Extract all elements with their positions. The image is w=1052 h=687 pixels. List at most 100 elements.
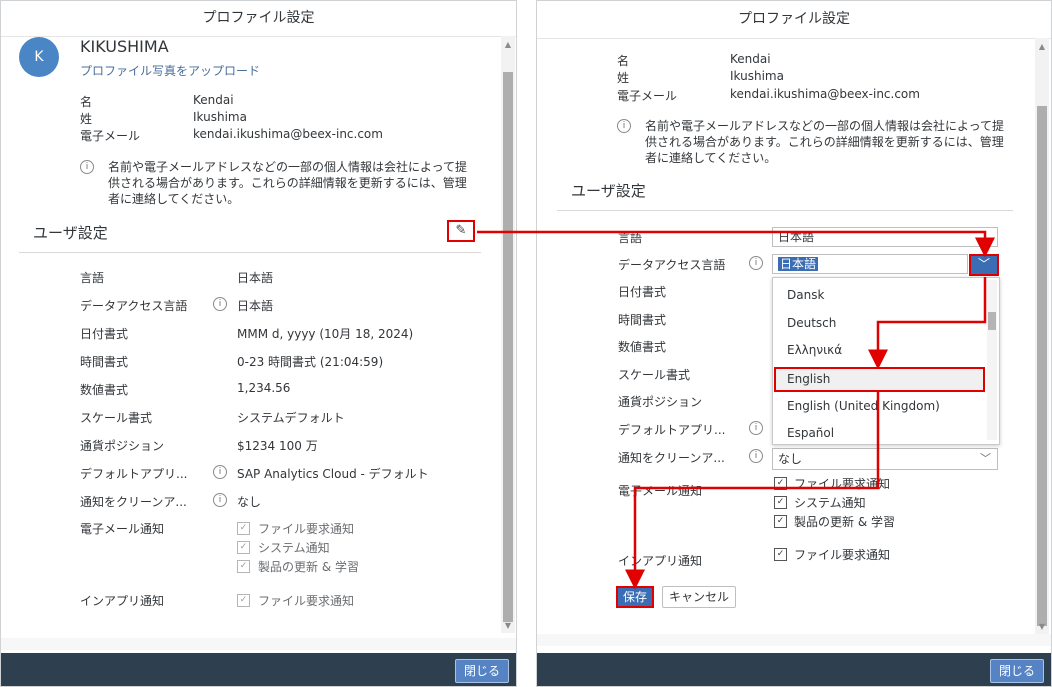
user-settings-title: ユーザ設定 — [571, 182, 646, 200]
info-icon[interactable]: i — [749, 256, 763, 270]
setting-value-cleanup: なし — [237, 495, 262, 509]
horizontal-scrollbar[interactable] — [536, 634, 1052, 646]
setting-label-default-app: デフォルトアプリ... — [80, 467, 188, 481]
vertical-scrollbar[interactable]: ▲ ▼ — [1035, 38, 1049, 634]
checkbox[interactable]: ✓ — [774, 496, 787, 509]
dialog-footer: 閉じる — [536, 653, 1052, 687]
scroll-up-icon[interactable]: ▲ — [502, 40, 514, 50]
dropdown-option[interactable]: Ελληνικά — [787, 343, 842, 357]
setting-value-number: 1,234.56 — [237, 381, 291, 395]
chevron-down-icon[interactable]: ﹀ — [980, 449, 991, 469]
dialog-footer: 閉じる — [0, 653, 517, 687]
language-dropdown[interactable]: Dansk Deutsch Ελληνικά English English (… — [772, 277, 1000, 445]
checkbox-label: ファイル要求通知 — [258, 522, 355, 536]
vertical-scrollbar[interactable]: ▲ ▼ — [501, 36, 515, 633]
info-icon[interactable]: i — [213, 297, 227, 311]
first-name-label: 名 — [617, 54, 630, 68]
info-icon[interactable]: i — [749, 421, 763, 435]
edit-pencil-icon[interactable]: ✎ — [447, 220, 475, 242]
cleanup-select-value: なし — [778, 452, 803, 466]
scroll-up-icon[interactable]: ▲ — [1036, 42, 1048, 52]
cleanup-select[interactable]: なし ﹀ — [772, 448, 998, 470]
dropdown-scroll-thumb[interactable] — [988, 312, 996, 330]
checkbox[interactable]: ✓ — [774, 477, 787, 490]
save-button[interactable]: 保存 — [616, 586, 654, 608]
inapp-notify-label: インアプリ通知 — [618, 554, 703, 568]
setting-label-language: 言語 — [618, 231, 643, 245]
setting-label-date: 日付書式 — [80, 327, 129, 341]
data-access-select-value: 日本語 — [778, 257, 819, 271]
email-value: kendai.ikushima@beex-inc.com — [730, 87, 920, 101]
last-name-label: 姓 — [617, 71, 630, 85]
checkbox[interactable]: ✓ — [774, 548, 787, 561]
data-access-select[interactable]: 日本語 — [772, 254, 968, 274]
setting-label-scale: スケール書式 — [80, 411, 153, 425]
info-icon[interactable]: i — [213, 493, 227, 507]
checkbox[interactable]: ✓ — [237, 594, 250, 607]
last-name-value: Ikushima — [193, 110, 247, 124]
info-icon[interactable]: i — [749, 449, 763, 463]
checkbox-label: 製品の更新 & 学習 — [258, 560, 359, 574]
dropdown-option[interactable]: English (United Kingdom) — [787, 399, 940, 413]
checkbox-label: システム通知 — [794, 496, 866, 510]
dropdown-option[interactable]: Deutsch — [787, 316, 836, 330]
first-name-value: Kendai — [193, 93, 234, 107]
dialog-title: プロファイル設定 — [536, 0, 1052, 39]
info-note: 名前や電子メールアドレスなどの一部の個人情報は会社によって提供される場合がありま… — [645, 119, 1005, 165]
email-notify-label: 電子メール通知 — [618, 484, 703, 498]
dropdown-option[interactable]: Dansk — [787, 288, 824, 302]
dropdown-option[interactable]: Español — [787, 426, 834, 440]
last-name-value: Ikushima — [730, 69, 784, 83]
setting-label-language: 言語 — [80, 271, 105, 285]
info-note: 名前や電子メールアドレスなどの一部の個人情報は会社によって提供される場合がありま… — [108, 160, 468, 206]
checkbox-label: 製品の更新 & 学習 — [794, 515, 895, 529]
checkbox-label: ファイル要求通知 — [794, 477, 891, 491]
checkbox[interactable]: ✓ — [774, 515, 787, 528]
checkbox-label: ファイル要求通知 — [794, 548, 891, 562]
checkbox-label: ファイル要求通知 — [258, 594, 355, 608]
setting-value-time: 0-23 時間書式 (21:04:59) — [237, 355, 384, 369]
scroll-down-icon[interactable]: ▼ — [502, 621, 514, 631]
last-name-label: 姓 — [80, 112, 93, 126]
cancel-button[interactable]: キャンセル — [662, 586, 737, 608]
checkbox[interactable]: ✓ — [237, 522, 250, 535]
scroll-thumb[interactable] — [1037, 106, 1047, 626]
info-icon: i — [80, 160, 94, 174]
setting-value-scale: システムデフォルト — [237, 411, 345, 425]
scroll-thumb[interactable] — [503, 72, 513, 622]
setting-label-cleanup: 通知をクリーンア... — [618, 451, 725, 465]
setting-label-cleanup: 通知をクリーンア... — [80, 495, 187, 509]
close-button[interactable]: 閉じる — [989, 659, 1044, 683]
setting-label-number: 数値書式 — [618, 340, 667, 354]
section-divider — [19, 252, 481, 253]
checkbox[interactable]: ✓ — [237, 541, 250, 554]
dropdown-scrollbar[interactable] — [987, 280, 997, 440]
setting-value-date: MMM d, yyyy (10月 18, 2024) — [237, 327, 414, 341]
avatar[interactable]: K — [19, 37, 59, 77]
setting-label-default-app: デフォルトアプリ... — [618, 423, 726, 437]
horizontal-scrollbar[interactable] — [0, 638, 517, 650]
user-settings-title: ユーザ設定 — [33, 224, 108, 242]
info-icon[interactable]: i — [213, 465, 227, 479]
language-select-value: 日本語 — [778, 230, 815, 244]
setting-label-currency: 通貨ポジション — [618, 395, 703, 409]
upload-photo-link[interactable]: プロファイル写真をアップロード — [80, 62, 260, 79]
email-label: 電子メール — [80, 129, 141, 143]
dialog-title: プロファイル設定 — [0, 0, 517, 37]
email-label: 電子メール — [617, 89, 678, 103]
chevron-down-icon[interactable]: ﹀ — [969, 254, 999, 276]
email-notify-label: 電子メール通知 — [80, 522, 165, 536]
inapp-notify-label: インアプリ通知 — [80, 594, 165, 608]
close-button[interactable]: 閉じる — [454, 659, 509, 683]
scroll-down-icon[interactable]: ▼ — [1036, 622, 1048, 632]
setting-value-default-app: SAP Analytics Cloud - デフォルト — [237, 467, 429, 481]
dropdown-option-selected[interactable]: English — [787, 372, 830, 386]
setting-label-data-access: データアクセス言語 — [80, 299, 188, 313]
setting-label-number: 数値書式 — [80, 383, 129, 397]
checkbox[interactable]: ✓ — [237, 560, 250, 573]
setting-label-time: 時間書式 — [618, 313, 667, 327]
section-divider — [557, 210, 1013, 211]
checkbox-label: システム通知 — [258, 541, 330, 555]
language-select[interactable]: 日本語 — [772, 227, 998, 247]
info-icon: i — [617, 119, 631, 133]
